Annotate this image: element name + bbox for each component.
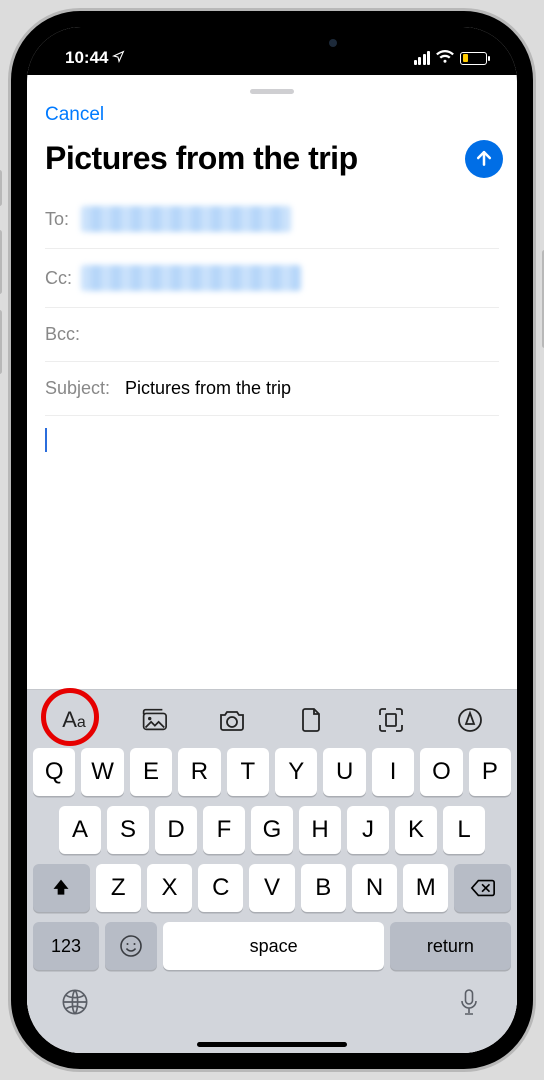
format-toolbar: Aa bbox=[27, 689, 517, 742]
cc-label: Cc: bbox=[45, 268, 73, 289]
key-a[interactable]: A bbox=[59, 806, 101, 854]
camera-icon[interactable] bbox=[205, 700, 259, 740]
key-q[interactable]: Q bbox=[33, 748, 75, 796]
phone-bezel: 10:44 Cancel bbox=[8, 8, 536, 1072]
notch bbox=[167, 27, 377, 59]
scan-icon[interactable] bbox=[364, 700, 418, 740]
key-g[interactable]: G bbox=[251, 806, 293, 854]
location-icon bbox=[112, 50, 125, 66]
key-u[interactable]: U bbox=[323, 748, 365, 796]
key-z[interactable]: Z bbox=[96, 864, 141, 912]
key-j[interactable]: J bbox=[347, 806, 389, 854]
compose-sheet: Cancel Pictures from the trip To: bbox=[27, 81, 517, 1053]
body-input[interactable] bbox=[27, 416, 517, 689]
key-k[interactable]: K bbox=[395, 806, 437, 854]
send-button[interactable] bbox=[465, 140, 503, 178]
key-w[interactable]: W bbox=[81, 748, 123, 796]
bcc-label: Bcc: bbox=[45, 324, 80, 345]
to-field[interactable]: To: bbox=[45, 190, 499, 249]
device-frame: 10:44 Cancel bbox=[0, 0, 544, 1080]
key-r[interactable]: R bbox=[178, 748, 220, 796]
key-p[interactable]: P bbox=[469, 748, 511, 796]
font-format-icon[interactable]: Aa bbox=[47, 700, 101, 740]
cc-field[interactable]: Cc: bbox=[45, 249, 499, 308]
key-l[interactable]: L bbox=[443, 806, 485, 854]
return-key[interactable]: return bbox=[390, 922, 511, 970]
arrow-up-icon bbox=[474, 148, 494, 171]
to-value-redacted bbox=[81, 206, 291, 232]
mute-switch bbox=[0, 170, 2, 206]
battery-icon bbox=[460, 52, 487, 65]
status-time: 10:44 bbox=[65, 48, 108, 68]
front-camera-dot bbox=[329, 39, 337, 47]
shift-key[interactable] bbox=[33, 864, 90, 912]
bcc-field[interactable]: Bcc: bbox=[45, 308, 499, 362]
key-x[interactable]: X bbox=[147, 864, 192, 912]
key-t[interactable]: T bbox=[227, 748, 269, 796]
document-icon[interactable] bbox=[285, 700, 339, 740]
subject-field[interactable]: Subject: Pictures from the trip bbox=[45, 362, 499, 416]
volume-down-button bbox=[0, 310, 2, 374]
to-label: To: bbox=[45, 209, 73, 230]
space-key[interactable]: space bbox=[163, 922, 383, 970]
key-n[interactable]: N bbox=[352, 864, 397, 912]
key-e[interactable]: E bbox=[130, 748, 172, 796]
recipient-fields: To: Cc: Bcc: Subject: Pictures from the … bbox=[27, 190, 517, 416]
backspace-key[interactable] bbox=[454, 864, 511, 912]
key-m[interactable]: M bbox=[403, 864, 448, 912]
key-h[interactable]: H bbox=[299, 806, 341, 854]
key-v[interactable]: V bbox=[249, 864, 294, 912]
key-o[interactable]: O bbox=[420, 748, 462, 796]
keyboard-bottom-row bbox=[27, 980, 517, 1042]
home-indicator[interactable] bbox=[197, 1042, 347, 1047]
key-i[interactable]: I bbox=[372, 748, 414, 796]
compose-title: Pictures from the trip bbox=[45, 141, 459, 176]
markup-icon[interactable] bbox=[443, 700, 497, 740]
keyboard-area: Aa bbox=[27, 689, 517, 1053]
globe-key[interactable] bbox=[55, 984, 95, 1020]
subject-label: Subject: bbox=[45, 378, 117, 399]
screen: 10:44 Cancel bbox=[27, 27, 517, 1053]
key-y[interactable]: Y bbox=[275, 748, 317, 796]
subject-value: Pictures from the trip bbox=[125, 378, 291, 399]
dictation-key[interactable] bbox=[449, 984, 489, 1020]
key-s[interactable]: S bbox=[107, 806, 149, 854]
key-c[interactable]: C bbox=[198, 864, 243, 912]
cell-signal-icon bbox=[414, 51, 431, 65]
key-d[interactable]: D bbox=[155, 806, 197, 854]
keyboard: QWERTYUIOP ASDFGHJKL ZXCVBNM 123 space r… bbox=[27, 742, 517, 970]
gallery-icon[interactable] bbox=[126, 700, 180, 740]
emoji-key[interactable] bbox=[105, 922, 157, 970]
numbers-key[interactable]: 123 bbox=[33, 922, 99, 970]
key-b[interactable]: B bbox=[301, 864, 346, 912]
cancel-button[interactable]: Cancel bbox=[45, 100, 104, 130]
key-f[interactable]: F bbox=[203, 806, 245, 854]
text-cursor bbox=[45, 428, 47, 452]
wifi-icon bbox=[436, 49, 454, 67]
cc-value-redacted bbox=[81, 265, 301, 291]
volume-up-button bbox=[0, 230, 2, 294]
